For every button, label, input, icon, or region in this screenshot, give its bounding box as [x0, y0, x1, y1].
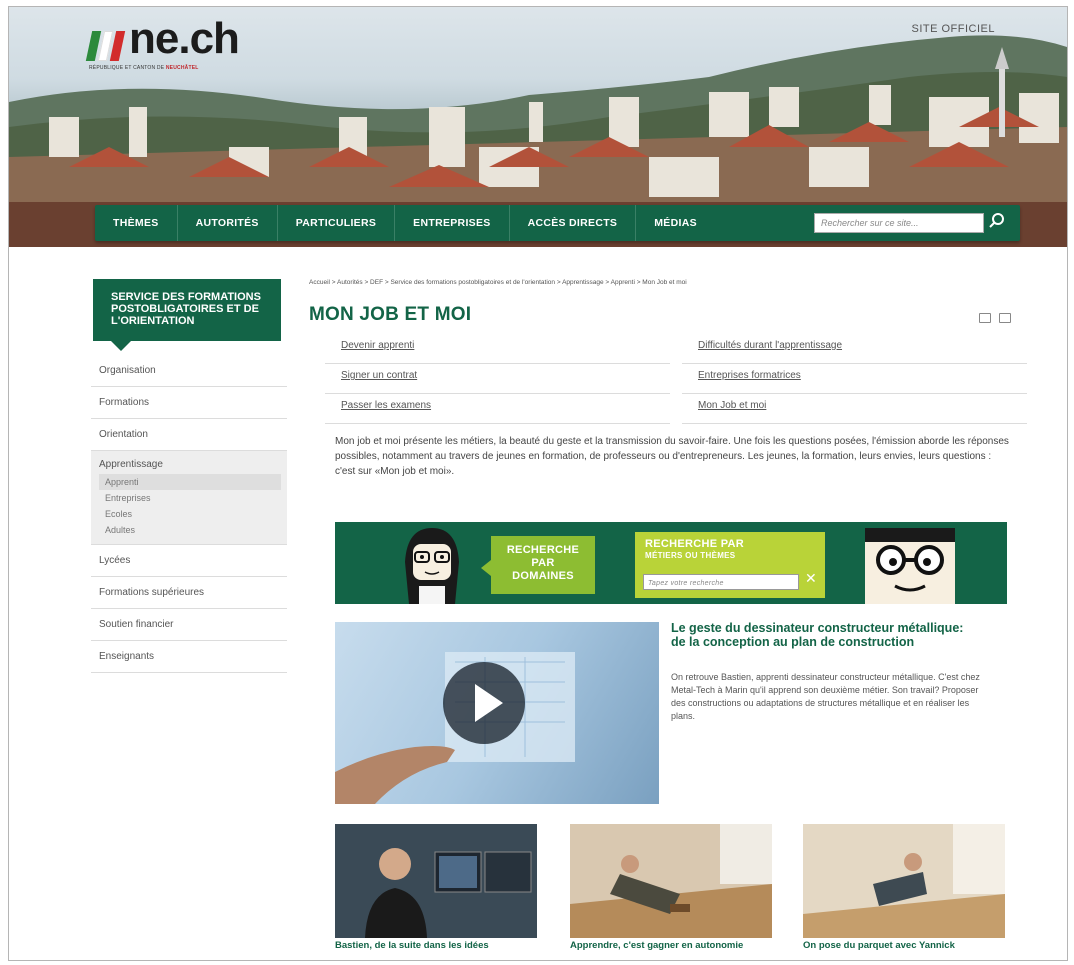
- sidebar-item-lycees[interactable]: Lycées: [91, 545, 287, 577]
- thumbnail-card[interactable]: Bastien, de la suite dans les idées: [335, 824, 537, 951]
- link-mon-job-et-moi[interactable]: Mon Job et moi: [682, 394, 1027, 424]
- logo-subtitle-highlight: NEUCHÂTEL: [165, 65, 199, 71]
- cartoon-boy-illustration: [865, 528, 955, 604]
- sidebar-item-organisation[interactable]: Organisation: [91, 355, 287, 387]
- sidebar-subitem-adultes[interactable]: Adultes: [99, 522, 281, 538]
- thumbnail-caption[interactable]: On pose du parquet avec Yannick: [803, 940, 1005, 951]
- search-by-job-panel: RECHERCHE PAR MÉTIERS OU THÈMES Tapez vo…: [635, 532, 825, 598]
- thumbnail-image[interactable]: [803, 824, 1005, 938]
- sidebar-subitem-ecoles[interactable]: Ecoles: [99, 506, 281, 522]
- search-promo-banner: RECHERCHE PAR DOMAINES RECHERCHE PAR MÉT…: [335, 522, 1007, 604]
- feature-title[interactable]: Le geste du dessinateur constructeur mét…: [671, 621, 971, 649]
- sidebar-subitem-entreprises[interactable]: Entreprises: [99, 490, 281, 506]
- sidebar-group-apprentissage: Apprentissage Apprenti Entreprises Ecole…: [91, 451, 287, 545]
- sidebar-subitem-apprenti[interactable]: Apprenti: [99, 474, 281, 490]
- main-nav: THÈMES AUTORITÉS PARTICULIERS ENTREPRISE…: [95, 205, 1020, 241]
- page-frame: ne.ch RÉPUBLIQUE ET CANTON DE NEUCHÂTEL …: [8, 6, 1068, 961]
- link-devenir-apprenti[interactable]: Devenir apprenti: [325, 334, 670, 364]
- site-logo[interactable]: ne.ch: [85, 14, 240, 63]
- thumbnail-image[interactable]: [335, 824, 537, 938]
- close-icon[interactable]: ✕: [805, 571, 817, 585]
- job-search-input[interactable]: Tapez votre recherche: [643, 574, 799, 590]
- page-tools: [979, 313, 1011, 323]
- site-officiel-label: SITE OFFICIEL: [911, 23, 995, 35]
- breadcrumb[interactable]: Accueil > Autorités > DEF > Service des …: [309, 279, 1021, 286]
- sidebar-item-orientation[interactable]: Orientation: [91, 419, 287, 451]
- video-player[interactable]: [335, 622, 659, 804]
- flag-icon: [85, 31, 126, 61]
- sidebar-list: Organisation Formations Orientation Appr…: [91, 355, 287, 673]
- cartoon-girl-illustration: [405, 528, 459, 604]
- sidebar-item-formations[interactable]: Formations: [91, 387, 287, 419]
- main-content: Accueil > Autorités > DEF > Service des …: [309, 279, 1027, 951]
- intro-text: Mon job et moi présente les métiers, la …: [335, 436, 1009, 477]
- nav-item-medias[interactable]: MÉDIAS: [636, 205, 715, 241]
- play-icon[interactable]: [443, 662, 525, 744]
- promo-box2-line1: RECHERCHE PAR: [645, 538, 745, 550]
- print-icon[interactable]: [979, 313, 991, 323]
- thumbnail-caption[interactable]: Bastien, de la suite dans les idées: [335, 940, 537, 951]
- sidebar-title[interactable]: SERVICE DES FORMATIONS POSTOBLIGATOIRES …: [93, 279, 281, 351]
- sidebar-item-enseignants[interactable]: Enseignants: [91, 641, 287, 673]
- sidebar-item-apprentissage[interactable]: Apprentissage: [99, 459, 281, 470]
- logo-text: ne.ch: [129, 14, 240, 63]
- link-signer-contrat[interactable]: Signer un contrat: [325, 364, 670, 394]
- link-difficultes[interactable]: Difficultés durant l'apprentissage: [682, 334, 1027, 364]
- email-icon[interactable]: [999, 313, 1011, 323]
- sidebar-item-soutien-financier[interactable]: Soutien financier: [91, 609, 287, 641]
- promo-box1-line1: RECHERCHE: [506, 544, 580, 556]
- thumbnail-card[interactable]: On pose du parquet avec Yannick: [803, 824, 1005, 951]
- nav-item-particuliers[interactable]: PARTICULIERS: [278, 205, 396, 241]
- link-passer-examens[interactable]: Passer les examens: [325, 394, 670, 424]
- search-icon[interactable]: [986, 212, 1008, 234]
- nav-item-themes[interactable]: THÈMES: [95, 205, 178, 241]
- nav-item-autorites[interactable]: AUTORITÉS: [178, 205, 278, 241]
- search-by-domain-button[interactable]: RECHERCHE PAR DOMAINES: [481, 536, 595, 594]
- nav-item-acces-directs[interactable]: ACCÈS DIRECTS: [510, 205, 637, 241]
- thumbnail-image[interactable]: [570, 824, 772, 938]
- page-title: MON JOB ET MOI: [309, 304, 472, 325]
- promo-box1-line2: PAR: [531, 557, 555, 569]
- promo-box1-line3: DOMAINES: [512, 570, 574, 582]
- promo-box2-line2: MÉTIERS OU THÈMES: [645, 551, 736, 560]
- sidebar: SERVICE DES FORMATIONS POSTOBLIGATOIRES …: [91, 279, 287, 673]
- thumbnail-caption[interactable]: Apprendre, c'est gagner en autonomie: [570, 940, 772, 951]
- link-entreprises-formatrices[interactable]: Entreprises formatrices: [682, 364, 1027, 394]
- sub-links: Devenir apprenti Difficultés durant l'ap…: [325, 334, 1027, 424]
- feature-description: On retrouve Bastien, apprenti dessinateu…: [671, 672, 980, 721]
- nav-item-entreprises[interactable]: ENTREPRISES: [395, 205, 510, 241]
- thumbnail-card[interactable]: Apprendre, c'est gagner en autonomie: [570, 824, 772, 951]
- sidebar-item-formations-superieures[interactable]: Formations supérieures: [91, 577, 287, 609]
- logo-subtitle-prefix: RÉPUBLIQUE ET CANTON DE: [89, 65, 165, 71]
- logo-subtitle: RÉPUBLIQUE ET CANTON DE NEUCHÂTEL: [89, 65, 199, 71]
- site-search-input[interactable]: Rechercher sur ce site...: [814, 213, 984, 233]
